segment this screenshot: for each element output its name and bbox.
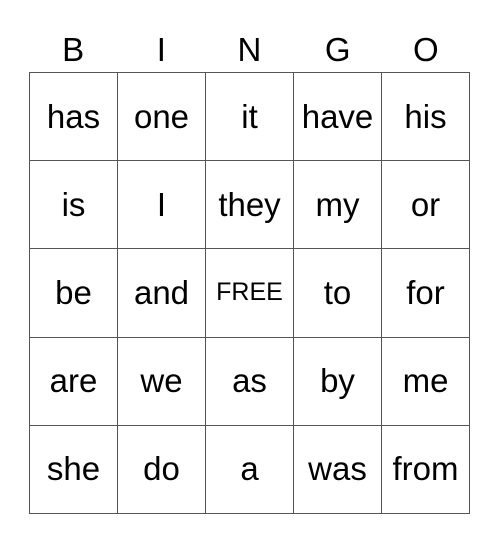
header-letter-i: I [156, 31, 166, 68]
free-space-cell[interactable]: FREE [205, 248, 294, 338]
card-cell[interactable]: have [293, 71, 382, 162]
header-letter-g: G [324, 31, 351, 68]
header-letter-o: O [413, 31, 439, 68]
card-row: are we as by me [29, 336, 470, 426]
card-cell[interactable]: be [29, 248, 118, 338]
card-cell[interactable]: are [29, 336, 118, 426]
card-cell[interactable]: as [205, 336, 294, 426]
card-cell[interactable]: to [293, 248, 382, 338]
card-cell[interactable]: she [29, 424, 118, 515]
card-row: has one it have his [29, 71, 470, 162]
card-cell[interactable]: do [117, 424, 206, 515]
header-letter-n: N [237, 31, 262, 68]
card-cell[interactable]: by [293, 336, 382, 426]
card-cell[interactable]: me [381, 336, 470, 426]
card-cell[interactable]: I [117, 160, 206, 250]
card-cell[interactable]: my [293, 160, 382, 250]
card-cell[interactable]: a [205, 424, 294, 515]
card-cell[interactable]: we [117, 336, 206, 426]
bingo-card: has one it have his is I they my or be a… [29, 71, 470, 515]
header-letter-b: B [62, 31, 85, 68]
card-cell[interactable]: is [29, 160, 118, 250]
bingo-header: B I N G O [29, 28, 470, 72]
card-cell[interactable]: has [29, 71, 118, 162]
card-cell[interactable]: one [117, 71, 206, 162]
card-cell[interactable]: his [381, 71, 470, 162]
card-cell[interactable]: for [381, 248, 470, 338]
card-row: be and FREE to for [29, 248, 470, 338]
card-cell[interactable]: they [205, 160, 294, 250]
card-cell[interactable]: it [205, 71, 294, 162]
card-cell[interactable]: or [381, 160, 470, 250]
card-cell[interactable]: was [293, 424, 382, 515]
card-cell[interactable]: from [381, 424, 470, 515]
card-row: she do a was from [29, 424, 470, 515]
card-row: is I they my or [29, 160, 470, 250]
card-cell[interactable]: and [117, 248, 206, 338]
